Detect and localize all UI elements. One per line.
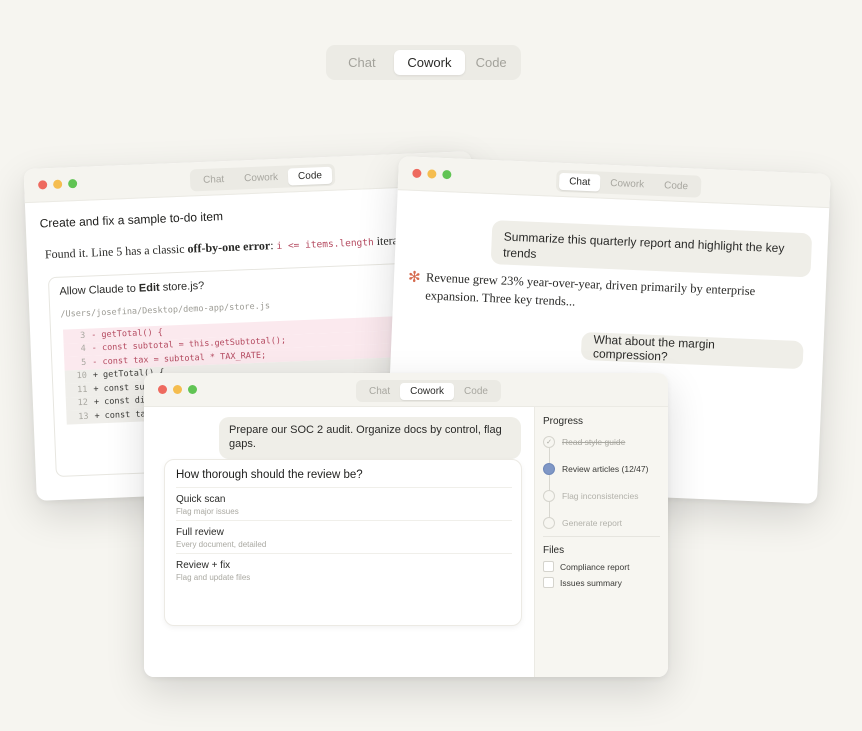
progress-line bbox=[549, 444, 550, 524]
window-controls bbox=[37, 178, 78, 190]
line-number: 12 bbox=[77, 397, 89, 409]
mode-tab-code[interactable]: Code bbox=[465, 50, 517, 75]
pending-step-icon bbox=[543, 516, 555, 529]
option-subtitle: Flag major issues bbox=[176, 507, 239, 516]
line-number: 4 bbox=[80, 344, 86, 355]
tab-chat[interactable]: Chat bbox=[359, 383, 400, 400]
progress-step: Flag inconsistencies bbox=[543, 489, 639, 502]
user-message: Prepare our SOC 2 audit. Organize docs b… bbox=[219, 417, 521, 459]
maximize-dot[interactable] bbox=[67, 178, 78, 189]
step-label: Generate report bbox=[562, 517, 623, 528]
permission-action: Edit bbox=[138, 281, 160, 295]
option-review-fix[interactable]: Review + fix Flag and update files bbox=[176, 553, 512, 586]
cowork-window: Chat Cowork Code Prepare our SOC 2 audit… bbox=[144, 373, 668, 677]
code-window-tabs: Chat Cowork Code bbox=[189, 163, 336, 192]
option-title: Review + fix bbox=[176, 560, 231, 571]
question-title: How thorough should the review be? bbox=[176, 469, 363, 481]
found-text: Found it. Line 5 has a classic bbox=[44, 241, 188, 262]
found-bold: off-by-one error bbox=[187, 238, 271, 256]
option-title: Full review bbox=[176, 527, 224, 538]
close-dot[interactable] bbox=[412, 168, 422, 179]
maximize-dot[interactable] bbox=[442, 169, 452, 180]
current-step-icon bbox=[543, 462, 555, 475]
mode-switcher: Chat Cowork Code bbox=[326, 45, 521, 80]
claude-star-icon: ✻ bbox=[407, 268, 421, 287]
option-quick-scan[interactable]: Quick scan Flag major issues bbox=[176, 487, 512, 520]
cowork-main-panel: Prepare our SOC 2 audit. Organize docs b… bbox=[144, 407, 534, 677]
tab-code[interactable]: Code bbox=[454, 383, 498, 400]
line-number: 11 bbox=[76, 384, 88, 395]
check-icon: ✓ bbox=[543, 435, 555, 448]
progress-step: Review articles (12/47) bbox=[543, 462, 648, 475]
file-item[interactable]: Issues summary bbox=[543, 577, 622, 588]
file-label: Issues summary bbox=[560, 577, 622, 588]
cowork-sidebar: Progress ✓ Read style guide Review artic… bbox=[534, 407, 668, 677]
step-label: Review articles (12/47) bbox=[562, 463, 649, 474]
tab-cowork[interactable]: Cowork bbox=[234, 168, 289, 187]
file-item[interactable]: Compliance report bbox=[543, 561, 629, 572]
cowork-window-titlebar: Chat Cowork Code bbox=[144, 373, 668, 407]
permission-title: Allow Claude to Edit store.js? bbox=[59, 280, 204, 298]
cowork-window-tabs: Chat Cowork Code bbox=[356, 380, 501, 402]
minimize-dot[interactable] bbox=[52, 179, 63, 189]
mode-tab-cowork[interactable]: Cowork bbox=[393, 50, 466, 75]
permission-prefix: Allow Claude to bbox=[59, 282, 140, 298]
option-subtitle: Every document, detailed bbox=[176, 540, 267, 549]
progress-heading: Progress bbox=[543, 416, 584, 427]
file-icon bbox=[543, 577, 554, 588]
close-dot[interactable] bbox=[37, 180, 48, 190]
file-label: Compliance report bbox=[560, 561, 630, 572]
file-icon bbox=[543, 561, 554, 572]
minimize-dot[interactable] bbox=[173, 385, 182, 394]
tab-code[interactable]: Code bbox=[654, 176, 699, 195]
assistant-message: Found it. Line 5 has a classic off-by-on… bbox=[45, 233, 402, 262]
maximize-dot[interactable] bbox=[188, 385, 197, 394]
pending-step-icon bbox=[543, 489, 555, 502]
question-card: How thorough should the review be? Quick… bbox=[164, 459, 522, 626]
progress-step: ✓ Read style guide bbox=[543, 435, 625, 448]
step-label: Read style guide bbox=[562, 436, 626, 447]
tab-cowork[interactable]: Cowork bbox=[600, 174, 655, 193]
mode-tab-chat[interactable]: Chat bbox=[330, 50, 394, 75]
tab-chat[interactable]: Chat bbox=[558, 172, 601, 192]
minimize-dot[interactable] bbox=[427, 169, 437, 179]
window-controls bbox=[412, 168, 452, 180]
close-dot[interactable] bbox=[158, 385, 167, 394]
files-heading: Files bbox=[543, 545, 565, 556]
progress-step: Generate report bbox=[543, 516, 622, 529]
option-full-review[interactable]: Full review Every document, detailed bbox=[176, 520, 512, 553]
line-number: 3 bbox=[79, 330, 86, 341]
option-subtitle: Flag and update files bbox=[176, 573, 251, 582]
file-path: /Users/josefina/Desktop/demo-app/store.j… bbox=[60, 301, 271, 320]
permission-suffix: store.js? bbox=[159, 279, 205, 294]
chat-window-titlebar: Chat Cowork Code bbox=[397, 156, 831, 209]
task-title: Create and fix a sample to-do item bbox=[39, 209, 224, 231]
line-number: 5 bbox=[81, 357, 87, 368]
chat-window-tabs: Chat Cowork Code bbox=[555, 169, 702, 198]
step-label: Flag inconsistencies bbox=[562, 490, 639, 501]
tab-cowork[interactable]: Cowork bbox=[400, 382, 455, 400]
user-follow-up: What about the margin compression? bbox=[580, 331, 804, 370]
option-title: Quick scan bbox=[176, 494, 226, 505]
user-message: Summarize this quarterly report and high… bbox=[490, 220, 813, 278]
window-controls bbox=[158, 385, 197, 394]
line-text: + const tax bbox=[94, 408, 151, 422]
line-number: 13 bbox=[78, 411, 89, 422]
tab-chat[interactable]: Chat bbox=[193, 170, 235, 189]
inline-code: i <= items.length bbox=[276, 237, 374, 253]
line-number: 10 bbox=[76, 371, 88, 382]
sidebar-divider bbox=[543, 536, 660, 537]
line-text: - getTotal() { bbox=[91, 327, 164, 341]
assistant-reply: Revenue grew 23% year-over-year, driven … bbox=[424, 270, 756, 309]
tab-code[interactable]: Code bbox=[287, 166, 333, 186]
